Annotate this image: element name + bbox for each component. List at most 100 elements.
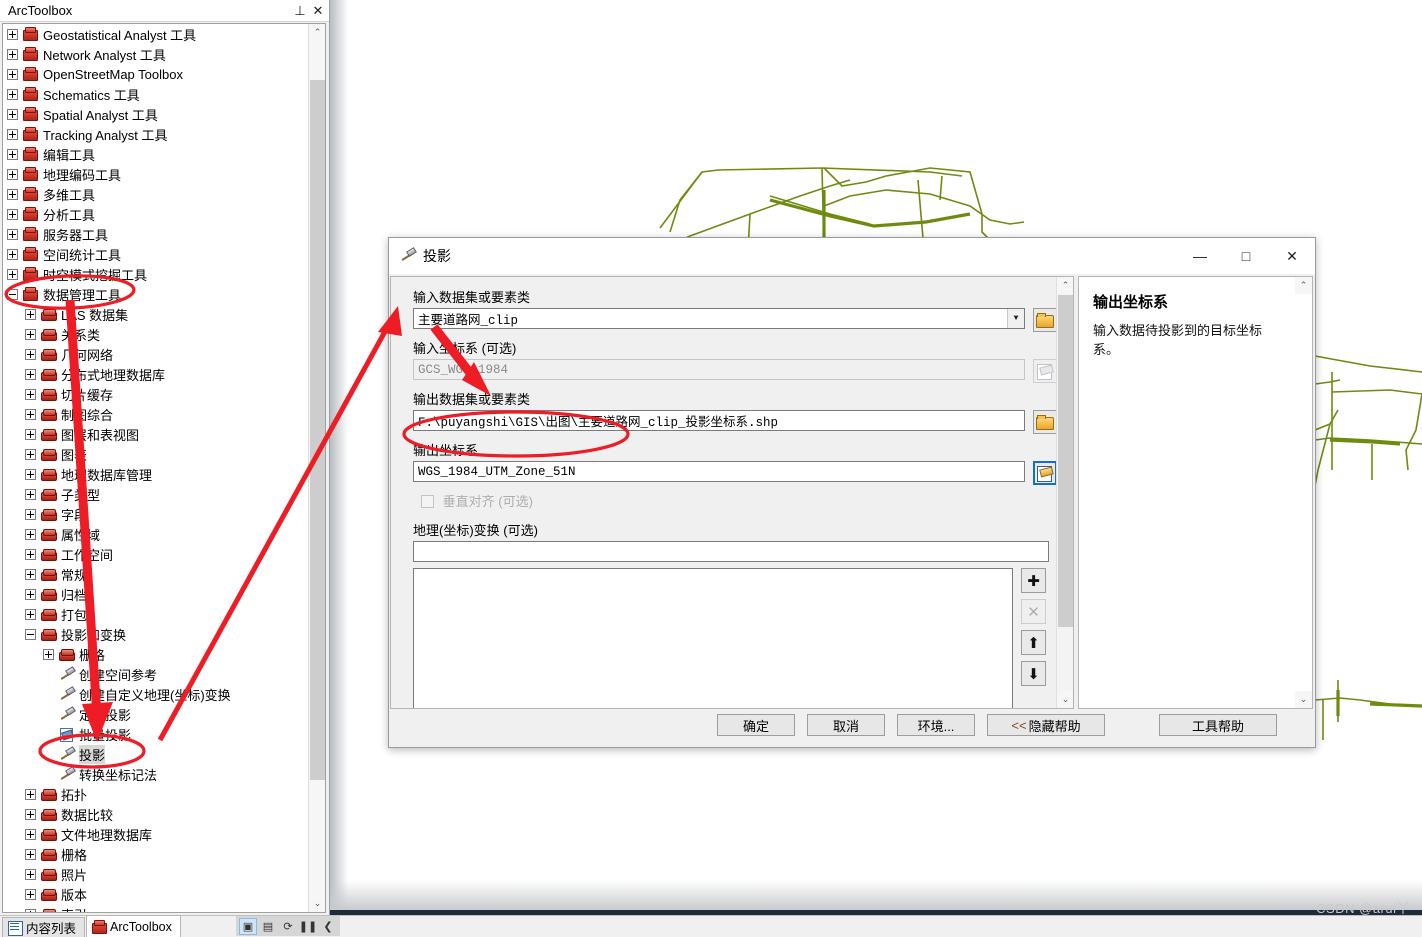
form-scrollbar[interactable]: ⌃ ⌄ [1056, 277, 1073, 708]
layout-view-button[interactable]: ▤ [259, 918, 277, 935]
expand-icon[interactable] [7, 228, 18, 240]
tree-item-7[interactable]: 地理编码工具 [3, 164, 308, 184]
tree-item-20[interactable]: 图层和表视图 [3, 424, 308, 444]
expand-icon[interactable] [25, 608, 36, 620]
expand-icon[interactable] [25, 508, 36, 520]
tree-item-16[interactable]: 几何网络 [3, 344, 308, 364]
tree-item-44[interactable]: 索引 [3, 904, 308, 912]
tree-item-6[interactable]: 编辑工具 [3, 144, 308, 164]
help-scroll-up-icon[interactable]: ⌃ [1295, 277, 1312, 294]
expand-icon[interactable] [25, 848, 36, 860]
expand-icon[interactable] [7, 148, 18, 160]
move-down-button[interactable]: ⬇ [1021, 661, 1046, 686]
output-dataset-field[interactable]: F:\puyangshi\GIS\出图\主要道路网_clip_投影坐标系.shp [413, 410, 1025, 431]
tree-scrollbar[interactable]: ⌃ ⌄ [308, 24, 325, 912]
close-icon[interactable]: ✕ [311, 3, 325, 19]
cancel-button[interactable]: 取消 [807, 714, 885, 736]
tree-item-0[interactable]: Geostatistical Analyst 工具 [3, 24, 308, 44]
expand-icon[interactable] [25, 408, 36, 420]
input-dataset-field[interactable]: 主要道路网_clip [413, 308, 1007, 329]
form-scroll-down-icon[interactable]: ⌄ [1057, 691, 1073, 708]
input-dataset-dropdown[interactable]: ▼ [1007, 308, 1025, 329]
ok-button[interactable]: 确定 [717, 714, 795, 736]
expand-icon[interactable] [25, 308, 36, 320]
expand-icon[interactable] [25, 828, 36, 840]
tree-item-43[interactable]: 版本 [3, 884, 308, 904]
expand-icon[interactable] [7, 68, 18, 80]
expand-icon[interactable] [7, 268, 18, 280]
expand-icon[interactable] [7, 88, 18, 100]
tree-item-12[interactable]: 时空模式挖掘工具 [3, 264, 308, 284]
expand-icon[interactable] [25, 488, 36, 500]
tree-item-28[interactable]: 归档 [3, 584, 308, 604]
hide-help-button[interactable]: << 隐藏帮助 [987, 714, 1105, 736]
pin-icon[interactable]: ⊥ [293, 3, 307, 19]
tree-item-33[interactable]: 创建自定义地理(坐标)变换 [3, 684, 308, 704]
tree-item-4[interactable]: Spatial Analyst 工具 [3, 104, 308, 124]
output-dataset-browse-button[interactable] [1033, 410, 1057, 434]
tree-item-23[interactable]: 子类型 [3, 484, 308, 504]
tree-item-18[interactable]: 切片缓存 [3, 384, 308, 404]
expand-icon[interactable] [7, 128, 18, 140]
add-button[interactable]: ✚ [1021, 568, 1046, 593]
data-view-button[interactable]: ▣ [239, 917, 257, 935]
output-cs-browse-button[interactable] [1033, 461, 1057, 485]
expand-icon[interactable] [7, 188, 18, 200]
tree-scroll-down-icon[interactable]: ⌄ [309, 895, 325, 912]
tree-item-42[interactable]: 照片 [3, 864, 308, 884]
expand-icon[interactable] [25, 428, 36, 440]
expand-icon[interactable] [25, 908, 36, 912]
tree-item-13[interactable]: 数据管理工具 [3, 284, 308, 304]
tree-item-15[interactable]: 关系类 [3, 324, 308, 344]
input-dataset-browse-button[interactable] [1033, 308, 1057, 332]
expand-icon[interactable] [25, 348, 36, 360]
collapse-button[interactable]: ❮ [319, 918, 337, 935]
minimize-button[interactable]: — [1177, 239, 1223, 274]
expand-icon[interactable] [7, 108, 18, 120]
tree-scroll-up-icon[interactable]: ⌃ [309, 24, 325, 41]
pause-button[interactable]: ❚❚ [299, 918, 317, 935]
tree-item-38[interactable]: 拓扑 [3, 784, 308, 804]
tree-item-39[interactable]: 数据比较 [3, 804, 308, 824]
refresh-button[interactable]: ⟳ [279, 918, 297, 935]
expand-icon[interactable] [25, 568, 36, 580]
tree-item-31[interactable]: 栅格 [3, 644, 308, 664]
collapse-icon[interactable] [25, 628, 36, 640]
tree-item-26[interactable]: 工作空间 [3, 544, 308, 564]
tree-item-29[interactable]: 打包 [3, 604, 308, 624]
expand-icon[interactable] [25, 588, 36, 600]
move-up-button[interactable]: ⬆ [1021, 630, 1046, 655]
tool-help-button[interactable]: 工具帮助 [1159, 714, 1277, 736]
help-scroll-down-icon[interactable]: ⌄ [1295, 691, 1312, 708]
tree-item-30[interactable]: 投影和变换 [3, 624, 308, 644]
tree-item-25[interactable]: 属性域 [3, 524, 308, 544]
expand-icon[interactable] [25, 548, 36, 560]
bottom-tab-1[interactable]: ArcToolbox [86, 915, 181, 937]
tree-item-24[interactable]: 字段 [3, 504, 308, 524]
expand-icon[interactable] [25, 868, 36, 880]
environments-button[interactable]: 环境... [897, 714, 975, 736]
arctoolbox-tree[interactable]: Geostatistical Analyst 工具 Network Analyst… [3, 24, 308, 912]
output-cs-field[interactable]: WGS_1984_UTM_Zone_51N [413, 461, 1025, 482]
tree-item-35[interactable]: 批量投影 [3, 724, 308, 744]
tree-item-11[interactable]: 空间统计工具 [3, 244, 308, 264]
expand-icon[interactable] [7, 248, 18, 260]
expand-icon[interactable] [7, 28, 18, 40]
tree-scroll-thumb[interactable] [310, 80, 325, 780]
tree-item-8[interactable]: 多维工具 [3, 184, 308, 204]
tree-item-32[interactable]: 创建空间参考 [3, 664, 308, 684]
expand-icon[interactable] [25, 468, 36, 480]
tree-item-21[interactable]: 图表 [3, 444, 308, 464]
expand-icon[interactable] [7, 48, 18, 60]
expand-icon[interactable] [25, 388, 36, 400]
tree-item-36[interactable]: 投影 [3, 744, 308, 764]
geo-transform-field[interactable] [413, 541, 1049, 562]
form-scroll-up-icon[interactable]: ⌃ [1057, 277, 1073, 294]
expand-icon[interactable] [7, 208, 18, 220]
tree-item-9[interactable]: 分析工具 [3, 204, 308, 224]
tree-item-27[interactable]: 常规 [3, 564, 308, 584]
tree-item-40[interactable]: 文件地理数据库 [3, 824, 308, 844]
tree-item-41[interactable]: 栅格 [3, 844, 308, 864]
expand-icon[interactable] [25, 788, 36, 800]
tree-item-17[interactable]: 分布式地理数据库 [3, 364, 308, 384]
